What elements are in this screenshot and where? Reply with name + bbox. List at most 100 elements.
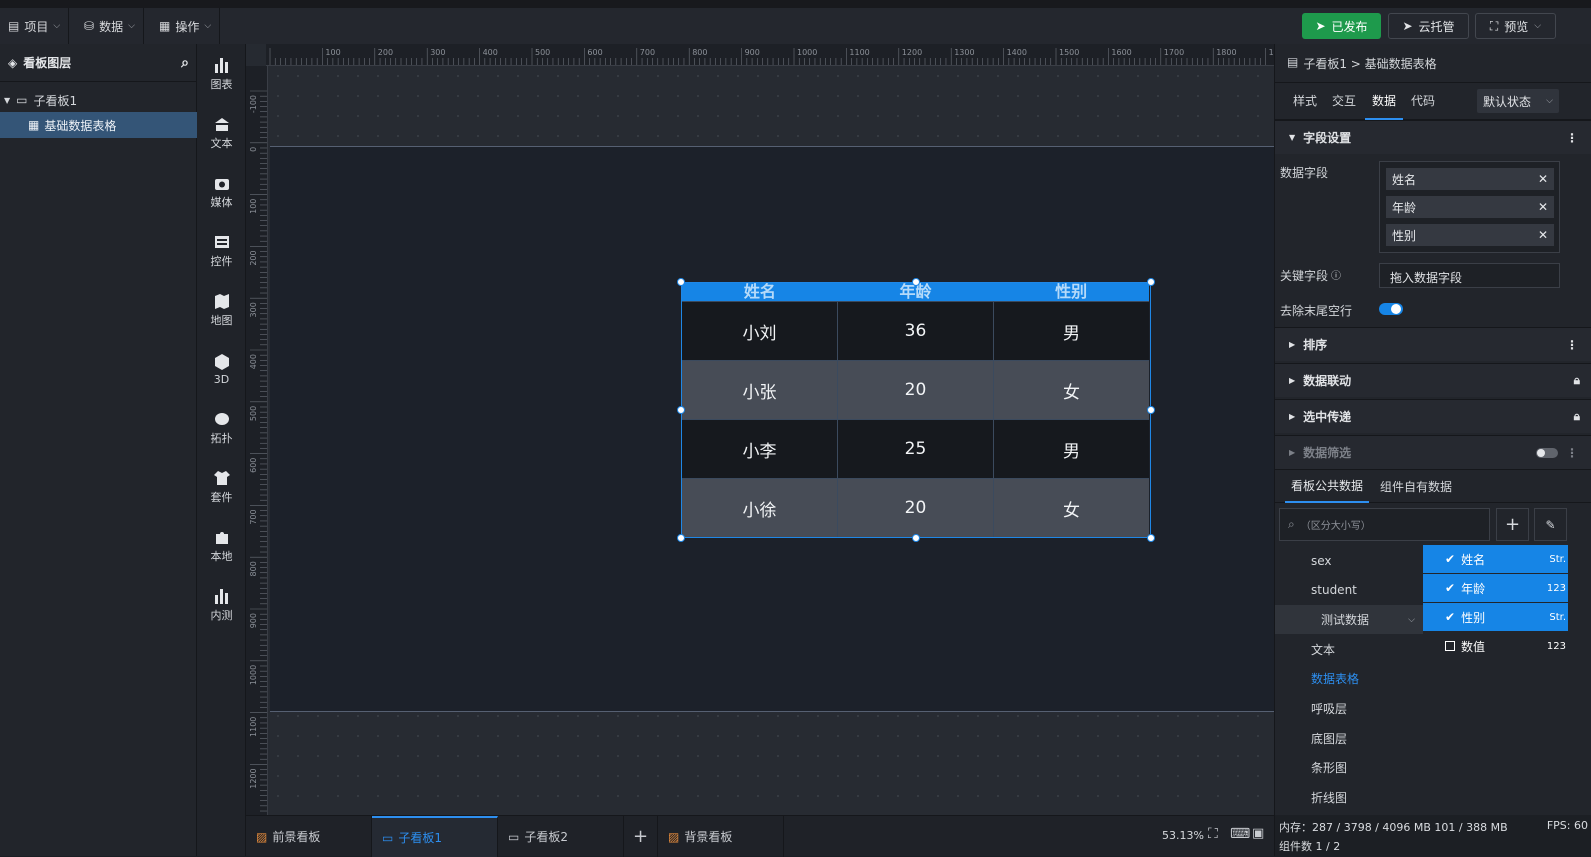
column-item[interactable]: ✔ 性别 Str. [1423, 603, 1568, 631]
field-chip[interactable]: 性别 ✕ [1386, 224, 1554, 246]
canvas-area[interactable]: 100 200 300 400 500 600 700 800 900 1000 1100 1200 1… [246, 44, 1274, 815]
tree-item-table[interactable]: ▦ 基础数据表格 [0, 112, 197, 138]
tab-own-data[interactable]: 组件自有数据 [1380, 478, 1452, 495]
dataset-search-input[interactable]: ⌕ （区分大小写） [1279, 508, 1490, 541]
component-chart[interactable]: 图表 [197, 49, 246, 99]
file-icon: ▤ [8, 19, 20, 33]
tab-data[interactable]: 数据 [1365, 82, 1403, 120]
table-cell: 20 [838, 479, 994, 537]
tab-subboard-1[interactable]: ▭ 子看板1 [372, 816, 498, 857]
ruler-label: 1000 [797, 48, 817, 57]
lock-icon[interactable]: 🔒︎ [1574, 409, 1580, 424]
tab-foreground[interactable]: ▨ 前景看板 [246, 816, 372, 857]
dataset-item[interactable]: 呼吸层 [1275, 694, 1423, 723]
section-filter[interactable]: ▶ 数据筛选 ⋮ [1275, 435, 1591, 469]
preview-button[interactable]: ⛶ 预览 ⌵ [1475, 13, 1556, 39]
resize-handle[interactable] [1147, 406, 1155, 414]
menu-operate[interactable]: ▦ 操作 ⌵ [151, 8, 221, 44]
tab-code[interactable]: 代码 [1411, 92, 1435, 109]
close-icon[interactable]: ✕ [1538, 172, 1548, 186]
zoom-level[interactable]: 53.13% [1162, 829, 1204, 842]
field-chip[interactable]: 姓名 ✕ [1386, 168, 1554, 190]
tree-item-board[interactable]: ▼ ▭ 子看板1 [0, 88, 197, 112]
tab-interaction[interactable]: 交互 [1332, 92, 1356, 109]
header-cell: 性别 [1055, 282, 1088, 301]
help-icon[interactable]: ⓘ [1331, 267, 1341, 284]
tab-subboard-2[interactable]: ▭ 子看板2 [498, 816, 624, 857]
keyboard-icon[interactable]: ⌨ [1230, 826, 1250, 842]
trim-rows-toggle[interactable] [1379, 303, 1403, 315]
dataset-item[interactable]: 底图层 [1275, 724, 1423, 753]
edit-icon[interactable]: ✎ [1534, 508, 1567, 541]
cloud-hosting-button[interactable]: ➤ 云托管 [1388, 13, 1469, 39]
close-icon[interactable]: ✕ [1538, 200, 1548, 214]
search-icon[interactable]: ⌕ [181, 55, 189, 71]
resize-handle[interactable] [1147, 278, 1155, 286]
add-board-button[interactable]: + [624, 816, 658, 857]
ruler-label: 100 [325, 48, 340, 57]
close-icon[interactable]: ✕ [1538, 228, 1548, 242]
resize-handle[interactable] [677, 406, 685, 414]
chevron-down-icon: ⌵ [1408, 614, 1415, 625]
dataset-item-active[interactable]: 数据表格 [1275, 664, 1423, 693]
dataset-item[interactable]: 文本 [1275, 635, 1423, 664]
component-3d[interactable]: 3D [197, 344, 246, 394]
published-button[interactable]: ➤ 已发布 [1302, 13, 1381, 39]
dataset-folder[interactable]: 测试数据 ⌵ [1275, 605, 1423, 634]
dataset-item[interactable]: 条形图 [1275, 753, 1423, 782]
table-cell: 小刘 [682, 302, 838, 360]
component-media[interactable]: 媒体 [197, 167, 246, 217]
column-item[interactable]: ✔ 年龄 123 [1423, 574, 1568, 602]
section-field-settings[interactable]: ▼ 字段设置 ⋮ [1275, 120, 1591, 154]
component-beta[interactable]: 内测 [197, 580, 246, 630]
component-control[interactable]: 控件 [197, 226, 246, 276]
section-selection-pass[interactable]: ▶ 选中传递 🔒︎ [1275, 399, 1591, 433]
section-linkage[interactable]: ▶ 数据联动 🔒︎ [1275, 363, 1591, 397]
menu-data[interactable]: ⛁ 数据 ⌵ [76, 8, 144, 44]
layers-panel: ◈ 看板图层 ⌕ ▼ ▭ 子看板1 ▦ 基础数据表格 [0, 44, 197, 856]
filter-toggle[interactable] [1536, 447, 1558, 458]
state-select[interactable]: 默认状态 ⌵ [1477, 89, 1559, 113]
resize-handle[interactable] [677, 278, 685, 286]
dataset-item[interactable]: sex [1275, 546, 1423, 575]
more-icon[interactable]: ⋮ [1566, 446, 1578, 460]
dataset-item[interactable]: student [1275, 575, 1423, 604]
component-topology[interactable]: 拓扑 [197, 403, 246, 453]
key-field-input[interactable]: 拖入数据字段 [1379, 263, 1560, 288]
resize-handle[interactable] [1147, 534, 1155, 542]
checkbox-icon[interactable] [1445, 641, 1455, 651]
data-table-widget[interactable]: 姓名 年龄 性别 小刘 36 男 小张 20 女 小李 25 男 小徐 20 女 [681, 282, 1151, 538]
chevron-down-icon: ⌵ [53, 21, 61, 31]
field-chip[interactable]: 年龄 ✕ [1386, 196, 1554, 218]
lock-icon[interactable]: 🔒︎ [1574, 373, 1580, 388]
table-cell: 男 [1063, 441, 1080, 462]
more-icon[interactable]: ⋮ [1566, 338, 1578, 352]
dataset-item[interactable]: 折线图 [1275, 783, 1423, 812]
terminal-icon[interactable]: ▣ [1252, 826, 1264, 841]
fit-screen-icon[interactable]: ⛶ [1208, 826, 1218, 842]
monitor-icon: ▭ [508, 829, 520, 844]
caret-down-icon[interactable]: ▼ [4, 96, 10, 105]
memory-status: 内存：287 / 3798 / 4096 MB 101 / 388 MB [1279, 821, 1508, 834]
resize-handle[interactable] [677, 534, 685, 542]
column-item[interactable]: ✔ 姓名 Str. [1423, 545, 1568, 573]
component-kit[interactable]: 套件 [197, 462, 246, 512]
component-local[interactable]: 本地 [197, 521, 246, 571]
menu-project[interactable]: ▤ 项目 ⌵ [0, 8, 70, 44]
tab-public-data[interactable]: 看板公共数据 [1285, 469, 1370, 503]
section-sort[interactable]: ▶ 排序 ⋮ [1275, 327, 1591, 361]
component-text[interactable]: 文本 [197, 108, 246, 158]
data-field-box[interactable]: 姓名 ✕ 年龄 ✕ 性别 ✕ [1379, 161, 1560, 253]
database-icon: ⛁ [84, 19, 95, 33]
component-map[interactable]: 地图 [197, 285, 246, 335]
tab-background[interactable]: ▨ 背景看板 [658, 816, 784, 857]
add-dataset-button[interactable]: + [1496, 508, 1529, 541]
resize-handle[interactable] [912, 534, 920, 542]
table-row: 小李 25 男 [682, 419, 1149, 478]
column-item[interactable]: 数值 123 [1423, 632, 1568, 660]
resize-handle[interactable] [912, 278, 920, 286]
table-cell: 小徐 [682, 479, 838, 537]
ruler-label: 1600 [1111, 48, 1131, 57]
tab-style[interactable]: 样式 [1293, 92, 1317, 109]
more-icon[interactable]: ⋮ [1566, 131, 1578, 145]
